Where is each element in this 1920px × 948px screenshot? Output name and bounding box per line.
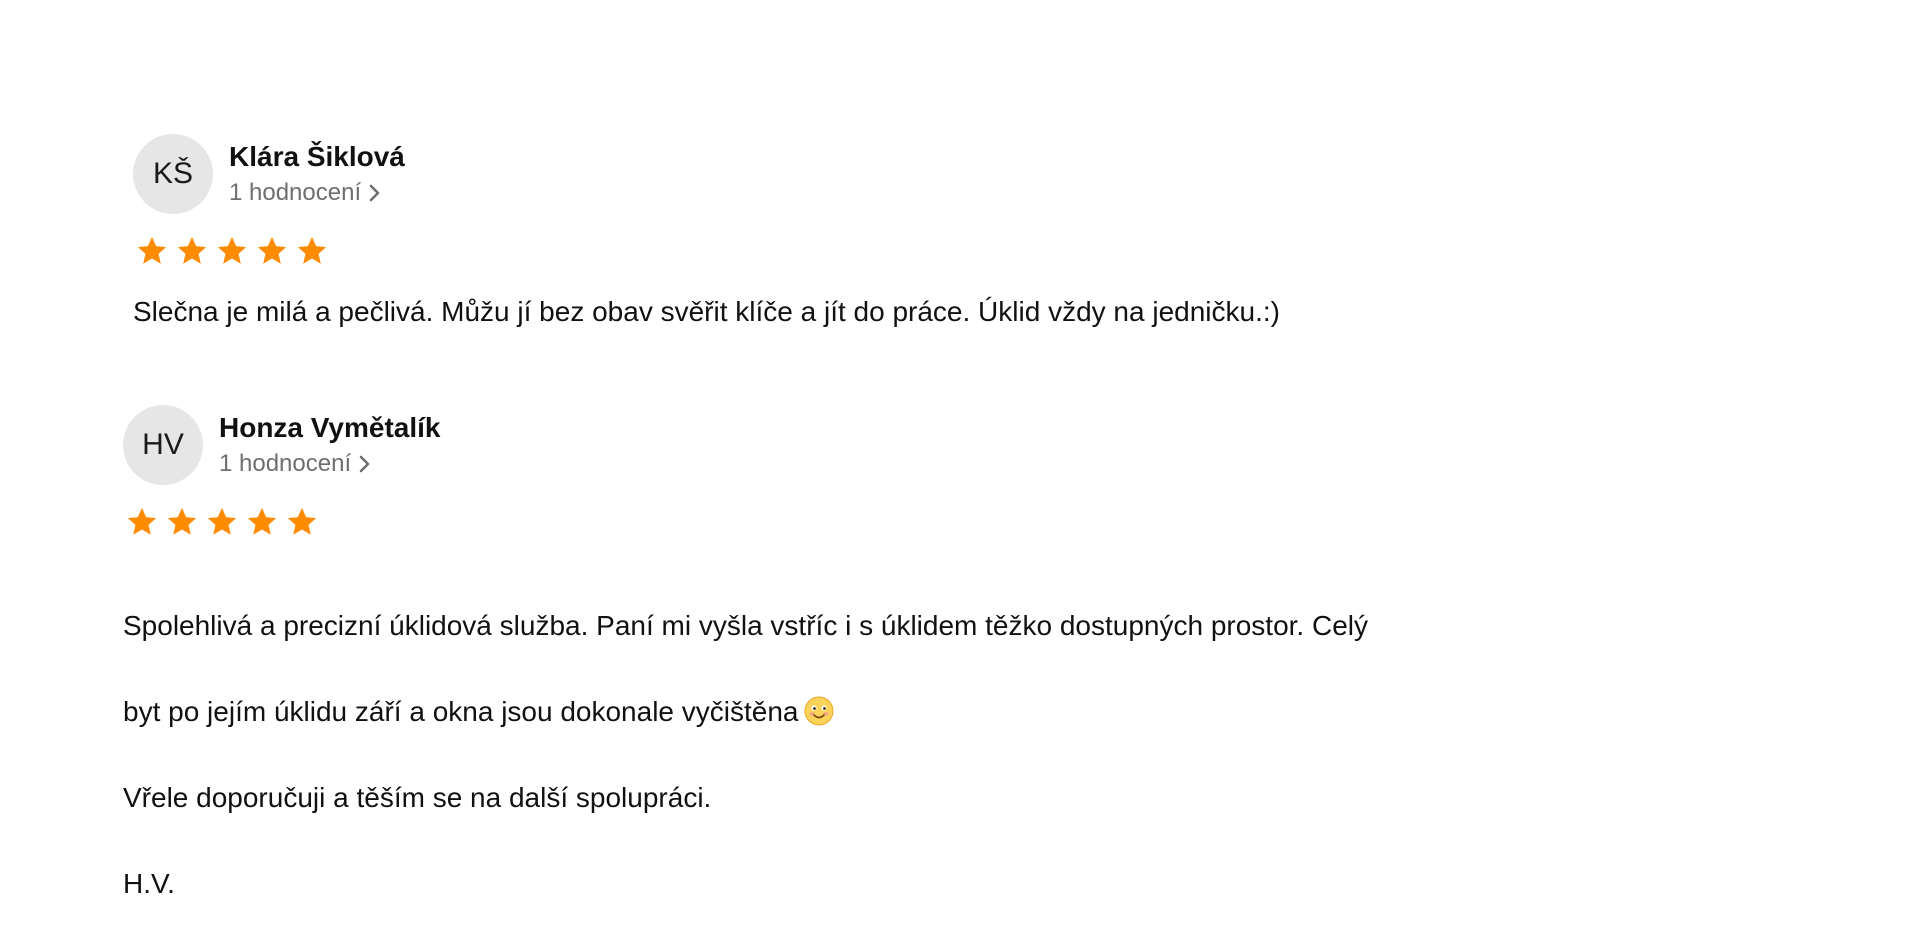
star-icon xyxy=(217,236,247,264)
reviewer-name: Honza Vymětalík xyxy=(219,412,441,443)
star-icon xyxy=(287,507,317,535)
star-icon xyxy=(177,236,207,264)
star-icon xyxy=(207,507,237,535)
star-icon xyxy=(137,236,167,264)
reviewer-info: Klára Šiklová 1 hodnocení xyxy=(229,140,405,208)
ratings-count-label: 1 hodnocení xyxy=(219,450,352,477)
review-text: Spolehlivá a precizní úklidová služba. P… xyxy=(123,561,1368,948)
avatar: KŠ xyxy=(133,134,213,214)
review-text: Slečna je milá a pečlivá. Můžu jí bez ob… xyxy=(133,296,1280,327)
review-text-line: byt po jejím úklidu září a okna jsou dok… xyxy=(123,690,1368,733)
review-text-line: Spolehlivá a precizní úklidová služba. P… xyxy=(123,610,1369,641)
star-icon xyxy=(167,507,197,535)
star-rating xyxy=(125,505,1368,539)
reviewer-name: Klára Šiklová xyxy=(229,141,405,172)
review-text-line: Vřele doporučuji a těším se na další spo… xyxy=(123,782,712,813)
ratings-count-link[interactable]: 1 hodnocení xyxy=(219,449,440,479)
review-text-line: H.V. xyxy=(123,868,175,899)
review-card: HV Honza Vymětalík 1 hodnocení Spolehliv… xyxy=(123,405,1368,948)
reviewer-info: Honza Vymětalík 1 hodnocení xyxy=(219,411,440,479)
review-header: HV Honza Vymětalík 1 hodnocení xyxy=(123,405,1368,485)
review-header: KŠ Klára Šiklová 1 hodnocení xyxy=(133,134,1280,214)
smiling-face-emoji-icon xyxy=(804,696,833,726)
review-card: KŠ Klára Šiklová 1 hodnocení Slečna je m… xyxy=(133,134,1280,333)
star-rating xyxy=(135,234,1280,268)
star-icon xyxy=(127,507,157,535)
star-icon xyxy=(297,236,327,264)
chevron-right-icon xyxy=(359,455,370,473)
ratings-count-link[interactable]: 1 hodnocení xyxy=(229,178,405,208)
star-icon xyxy=(257,236,287,264)
star-icon xyxy=(247,507,277,535)
ratings-count-label: 1 hodnocení xyxy=(229,179,362,206)
avatar: HV xyxy=(123,405,203,485)
chevron-right-icon xyxy=(369,184,380,202)
